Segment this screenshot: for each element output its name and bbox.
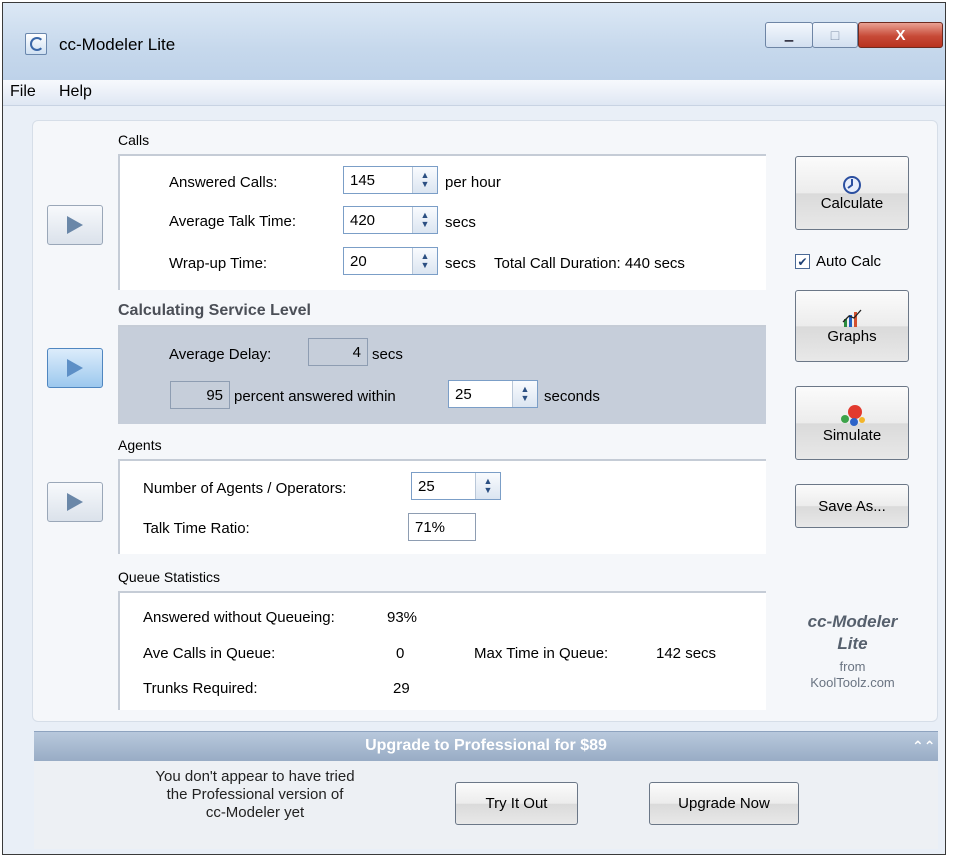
- average-delay-unit: secs: [372, 346, 403, 363]
- auto-calc-option[interactable]: ✔ Auto Calc: [795, 253, 881, 270]
- spin-arrows-icon[interactable]: ▲ ▼: [475, 473, 500, 499]
- upgrade-message-line: You don't appear to have tried: [155, 768, 355, 785]
- maximize-button[interactable]: □: [812, 22, 858, 48]
- num-agents-value: 25: [418, 477, 435, 495]
- play-icon: [67, 359, 83, 377]
- window-title: cc-Modeler Lite: [59, 35, 176, 54]
- save-as-button[interactable]: Save As...: [795, 484, 909, 528]
- upgrade-now-button[interactable]: Upgrade Now: [649, 782, 799, 825]
- minimize-button[interactable]: ▁: [765, 22, 813, 48]
- try-it-out-label: Try It Out: [485, 795, 548, 812]
- graphs-button[interactable]: Graphs: [795, 290, 909, 362]
- trunks-required-label: Trunks Required:: [143, 680, 258, 697]
- upgrade-now-label: Upgrade Now: [678, 795, 770, 812]
- wrap-up-value: 20: [350, 252, 367, 270]
- bar-chart-icon: [842, 309, 862, 327]
- answer-within-stepper[interactable]: 25 ▲ ▼: [448, 380, 538, 408]
- queue-group-title: Queue Statistics: [118, 569, 220, 585]
- percent-answered-value: 95: [170, 381, 230, 409]
- trunks-required-value: 29: [393, 680, 410, 697]
- play-icon: [67, 216, 83, 234]
- service-level-group: [118, 325, 766, 424]
- try-it-out-button[interactable]: Try It Out: [455, 782, 578, 825]
- simulate-bubbles-icon: [841, 404, 865, 426]
- menu-file[interactable]: File: [10, 83, 36, 101]
- auto-calc-label: Auto Calc: [816, 253, 882, 270]
- talk-time-unit: secs: [445, 214, 476, 231]
- answered-calls-value: 145: [350, 171, 376, 189]
- total-call-duration: Total Call Duration: 440 secs: [494, 255, 685, 272]
- brand-edition: Lite: [837, 634, 868, 653]
- upgrade-message-line: the Professional version of: [166, 786, 344, 803]
- calculate-label: Calculate: [820, 194, 884, 212]
- simulate-button[interactable]: Simulate: [795, 386, 909, 460]
- percent-answered-label: percent answered within: [234, 388, 396, 405]
- spin-arrows-icon[interactable]: ▲ ▼: [512, 381, 537, 407]
- answered-calls-stepper[interactable]: 145 ▲ ▼: [343, 166, 438, 194]
- graphs-label: Graphs: [827, 327, 877, 345]
- play-icon: [67, 493, 83, 511]
- average-delay-value: 4: [308, 338, 368, 366]
- spin-arrows-icon[interactable]: ▲ ▼: [412, 207, 437, 233]
- upgrade-message-line: cc-Modeler yet: [205, 804, 305, 821]
- wrap-up-unit: secs: [445, 255, 476, 272]
- service-level-select-button[interactable]: [47, 348, 103, 388]
- maximize-icon: □: [830, 27, 840, 43]
- close-button[interactable]: X: [858, 22, 943, 48]
- answered-without-queue-label: Answered without Queueing:: [143, 609, 335, 626]
- brand-from: from: [839, 659, 866, 674]
- agents-group-title: Agents: [118, 437, 162, 453]
- ave-calls-queue-value: 0: [396, 645, 405, 662]
- talk-ratio-value: 71%: [408, 513, 476, 541]
- title-bar[interactable]: cc-Modeler Lite ▁ □ X: [3, 3, 945, 81]
- num-agents-label: Number of Agents / Operators:: [143, 480, 347, 497]
- app-icon: [25, 33, 47, 55]
- spin-arrows-icon[interactable]: ▲ ▼: [412, 167, 437, 193]
- wrap-up-stepper[interactable]: 20 ▲ ▼: [343, 247, 438, 275]
- close-icon: X: [895, 26, 906, 44]
- num-agents-stepper[interactable]: 25 ▲ ▼: [411, 472, 501, 500]
- talk-time-label: Average Talk Time:: [169, 213, 297, 230]
- menu-help[interactable]: Help: [59, 83, 92, 101]
- max-time-queue-label: Max Time in Queue:: [474, 645, 609, 662]
- brand-name: cc-Modeler: [807, 612, 898, 631]
- spin-arrows-icon[interactable]: ▲ ▼: [412, 248, 437, 274]
- minimize-icon: ▁: [784, 29, 794, 42]
- simulate-label: Simulate: [822, 426, 882, 444]
- answered-calls-unit: per hour: [445, 174, 501, 191]
- talk-ratio-label: Talk Time Ratio:: [143, 520, 250, 537]
- wrap-up-label: Wrap-up Time:: [169, 255, 268, 272]
- menu-bar: File Help: [3, 80, 945, 106]
- ave-calls-queue-label: Ave Calls in Queue:: [143, 645, 276, 662]
- upgrade-title: Upgrade to Professional for $89: [365, 737, 607, 754]
- talk-time-stepper[interactable]: 420 ▲ ▼: [343, 206, 438, 234]
- upgrade-message: You don't appear to have tried the Profe…: [150, 768, 360, 822]
- answered-without-queue-value: 93%: [387, 609, 418, 626]
- save-as-label: Save As...: [818, 497, 886, 515]
- agents-select-button[interactable]: [47, 482, 103, 522]
- calls-select-button[interactable]: [47, 205, 103, 245]
- clock-icon: [843, 175, 861, 194]
- answer-within-unit: seconds: [544, 388, 600, 405]
- max-time-queue-value: 142 secs: [656, 645, 717, 662]
- brand-website: KoolToolz.com: [810, 675, 895, 690]
- service-level-title: Calculating Service Level: [118, 302, 311, 319]
- calculate-button[interactable]: Calculate: [795, 156, 909, 230]
- talk-time-value: 420: [350, 211, 376, 229]
- average-delay-label: Average Delay:: [169, 346, 272, 363]
- collapse-icon[interactable]: ⌃⌃: [912, 738, 935, 755]
- calls-group-title: Calls: [118, 132, 150, 148]
- upgrade-banner[interactable]: Upgrade to Professional for $89 ⌃⌃: [34, 731, 938, 762]
- answered-calls-label: Answered Calls:: [169, 174, 278, 191]
- auto-calc-checkbox[interactable]: ✔: [795, 254, 810, 269]
- answer-within-value: 25: [455, 385, 472, 403]
